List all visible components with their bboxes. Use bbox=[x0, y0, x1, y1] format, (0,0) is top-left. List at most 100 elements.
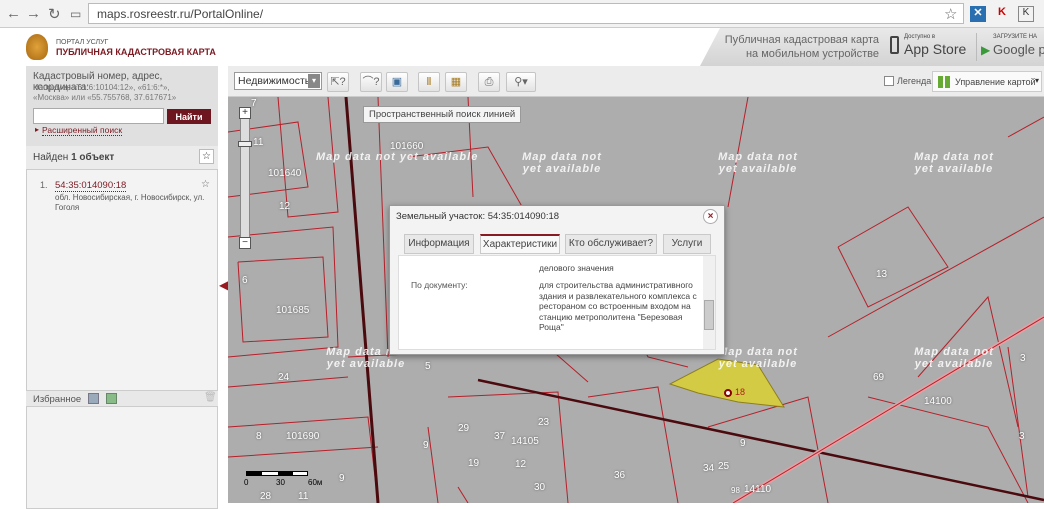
google-play-button[interactable]: ▶ ЗАГРУЗИТЕ НА Google play bbox=[976, 33, 1044, 61]
parcel-label: 23 bbox=[538, 417, 550, 428]
zoom-handle[interactable] bbox=[238, 141, 252, 147]
google-label: Google play bbox=[993, 42, 1044, 57]
select-tool-button[interactable]: ⇱? bbox=[327, 72, 349, 92]
parcel-label: 36 bbox=[614, 470, 626, 481]
parcel-label: 6 bbox=[242, 275, 248, 286]
map-control-label: Управление картой bbox=[955, 77, 1036, 87]
parcel-label: 24 bbox=[278, 372, 290, 383]
line-search-button[interactable]: ⌒? bbox=[360, 72, 382, 92]
zoom-slider[interactable] bbox=[240, 109, 250, 247]
favorites-header: Избранное 🗑 bbox=[26, 390, 218, 407]
parcel-label: 8 bbox=[256, 431, 262, 442]
layer-select-value: Недвижимость bbox=[238, 75, 311, 87]
value-text: делового значения bbox=[539, 263, 614, 273]
parcel-label: 9 bbox=[740, 438, 746, 449]
zoom-in-button[interactable]: + bbox=[239, 107, 251, 119]
trash-icon[interactable]: 🗑 bbox=[204, 392, 217, 403]
appstore-label: App Store bbox=[904, 41, 967, 57]
forward-icon[interactable]: → bbox=[26, 5, 41, 22]
popup-scrollbar[interactable] bbox=[703, 256, 715, 349]
no-data-notice: Map data not yet available bbox=[522, 151, 602, 175]
no-data-notice: Map data not yet available bbox=[914, 346, 994, 370]
layer-select[interactable]: Недвижимость ▾ bbox=[234, 72, 322, 90]
search-input[interactable] bbox=[33, 108, 164, 124]
quarter-label: 101660 bbox=[390, 141, 424, 152]
advanced-search-link[interactable]: Расширенный поиск bbox=[42, 125, 123, 136]
no-data-notice: Map data not yet available bbox=[718, 151, 798, 175]
extension-k2-icon[interactable]: K bbox=[1018, 6, 1034, 22]
quarter-label: 14105 bbox=[511, 436, 539, 447]
parcel-label: 3 bbox=[1020, 353, 1026, 364]
quarter-label: 101685 bbox=[276, 305, 310, 316]
result-star-icon[interactable]: ☆ bbox=[201, 179, 210, 190]
parcel-label: 34 bbox=[703, 463, 715, 474]
favorites-add-icon[interactable] bbox=[88, 393, 99, 404]
reload-icon[interactable]: ↻ bbox=[48, 5, 61, 23]
tab-service[interactable]: Кто обслуживает? bbox=[565, 234, 657, 254]
close-icon[interactable]: × bbox=[703, 209, 718, 224]
tab-services[interactable]: Услуги bbox=[663, 234, 711, 254]
parcel-label: 7 bbox=[251, 98, 257, 109]
search-panel: Кадастровый номер, адрес, координата: На… bbox=[26, 66, 218, 146]
extension-icon[interactable]: ✕ bbox=[970, 6, 986, 22]
parcel-label: 98 bbox=[731, 486, 740, 495]
parcel-label: 19 bbox=[468, 458, 480, 469]
zoom-out-button[interactable]: − bbox=[239, 237, 251, 249]
search-example-1: Например «61:6:10104:12», «61:6:*», bbox=[33, 83, 170, 92]
parcel-popup: Земельный участок: 54:35:014090:18 × Инф… bbox=[389, 205, 725, 355]
favorites-import-icon[interactable] bbox=[106, 393, 117, 404]
expand-arrow-icon: ▸ bbox=[35, 125, 40, 134]
coat-of-arms-icon bbox=[26, 34, 48, 60]
extension-k-icon[interactable]: K bbox=[994, 6, 1010, 22]
phone-icon bbox=[890, 36, 899, 54]
parcel-label: 9 bbox=[339, 473, 345, 484]
no-data-notice: Map data not yet available bbox=[316, 151, 479, 163]
result-cadastral-link[interactable]: 54:35:014090:18 bbox=[55, 180, 127, 192]
popup-title: Земельный участок: 54:35:014090:18 bbox=[396, 211, 560, 222]
parcel-label: 11 bbox=[253, 137, 264, 148]
find-button[interactable]: Найти bbox=[167, 109, 211, 124]
back-icon[interactable]: ← bbox=[6, 5, 21, 22]
result-item[interactable]: 1. 54:35:014090:18 обл. Новосибирская, г… bbox=[26, 174, 218, 234]
app-store-button[interactable]: Доступно в App Store bbox=[888, 33, 970, 61]
page-icon: ▭ bbox=[70, 7, 82, 21]
tooltip: Пространственный поиск линией bbox=[363, 106, 522, 123]
bookmark-star-icon[interactable]: ☆ bbox=[944, 5, 957, 23]
parcel-label: 12 bbox=[515, 459, 527, 470]
mobile-text-1: Публичная кадастровая карта bbox=[724, 34, 879, 46]
map-control-dropdown[interactable]: Управление картой ▾ bbox=[932, 71, 1042, 92]
scale-bar bbox=[246, 471, 308, 476]
link-button[interactable]: ⚲▾ bbox=[506, 72, 536, 92]
scale-label: 30 bbox=[276, 478, 285, 487]
parcel-label: 13 bbox=[876, 269, 888, 280]
chevron-down-icon: ▾ bbox=[1034, 76, 1039, 85]
legend-checkbox[interactable] bbox=[884, 76, 894, 86]
site-title[interactable]: ПУБЛИЧНАЯ КАДАСТРОВАЯ КАРТА bbox=[56, 47, 216, 57]
area-measure-button[interactable]: ▦ bbox=[445, 72, 467, 92]
quarter-label: 14110 bbox=[744, 484, 772, 495]
result-number: 1. bbox=[40, 180, 48, 190]
browser-toolbar: ← → ↻ ▭ maps.rosreestr.ru/PortalOnline/ … bbox=[0, 0, 1044, 28]
parcel-label: 30 bbox=[534, 482, 546, 493]
tab-info[interactable]: Информация bbox=[404, 234, 474, 254]
parcel-label: 11 bbox=[298, 491, 309, 502]
parcel-label: 12 bbox=[279, 201, 291, 212]
google-small: ЗАГРУЗИТЕ НА bbox=[993, 34, 1038, 40]
mobile-text-2: на мобильном устройстве bbox=[745, 48, 879, 60]
selected-parcel-label[interactable]: 18 bbox=[735, 387, 745, 397]
chevron-down-icon: ▾ bbox=[308, 74, 320, 88]
grid-icon bbox=[938, 76, 950, 88]
parcel-label: 5 bbox=[425, 361, 431, 372]
tab-characteristics[interactable]: Характеристики bbox=[480, 234, 560, 254]
address-bar[interactable]: maps.rosreestr.ru/PortalOnline/ bbox=[88, 3, 964, 24]
collapse-panel-icon[interactable]: ◀ bbox=[219, 278, 228, 292]
star-icon[interactable]: ☆ bbox=[199, 149, 214, 164]
measure-button[interactable]: Ⅱ bbox=[418, 72, 440, 92]
quarter-label: 14100 bbox=[924, 396, 952, 407]
parcel-label: 3 bbox=[1019, 431, 1025, 442]
parcel-label: 25 bbox=[718, 461, 730, 472]
parcel-label: 29 bbox=[458, 423, 470, 434]
print-button[interactable]: ⎙ bbox=[478, 72, 500, 92]
quarter-label: 101690 bbox=[286, 431, 320, 442]
area-search-button[interactable]: ▣ bbox=[386, 72, 408, 92]
